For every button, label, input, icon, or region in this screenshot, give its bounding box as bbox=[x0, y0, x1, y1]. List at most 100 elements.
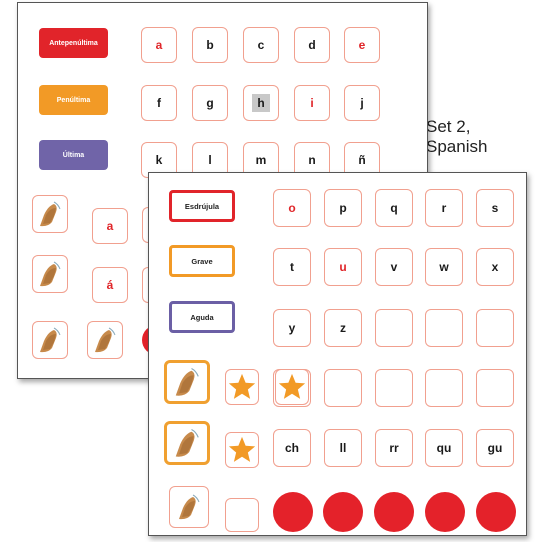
clap-card[interactable] bbox=[32, 195, 68, 233]
clapping-hands-icon bbox=[40, 261, 61, 287]
grave-card[interactable]: Grave bbox=[169, 245, 235, 277]
letter-tile[interactable]: ll bbox=[324, 429, 362, 467]
letter-tile[interactable]: h bbox=[243, 85, 279, 121]
clapping-hands-icon bbox=[95, 327, 116, 353]
letter-tile[interactable]: i bbox=[294, 85, 330, 121]
empty-tile[interactable] bbox=[375, 369, 413, 407]
letter-text: qu bbox=[436, 441, 452, 455]
letter-tile[interactable]: o bbox=[273, 189, 311, 227]
letter-tile[interactable]: a bbox=[92, 208, 128, 244]
star-card[interactable] bbox=[275, 369, 309, 405]
letter-tile[interactable]: w bbox=[425, 248, 463, 286]
letter-text: o bbox=[288, 201, 296, 215]
empty-tile[interactable] bbox=[425, 309, 463, 347]
empty-tile[interactable] bbox=[324, 369, 362, 407]
clapping-hands-icon bbox=[40, 327, 61, 353]
letter-tile[interactable]: q bbox=[375, 189, 413, 227]
letter-text: t bbox=[290, 260, 294, 274]
letter-text: n bbox=[308, 153, 316, 167]
letter-text: w bbox=[439, 260, 449, 274]
red-dot[interactable] bbox=[374, 492, 414, 532]
letter-text: rr bbox=[389, 441, 399, 455]
empty-tile[interactable] bbox=[476, 309, 514, 347]
star-icon bbox=[278, 373, 306, 399]
letter-tile[interactable]: f bbox=[141, 85, 177, 121]
clap-card-highlighted[interactable] bbox=[164, 421, 210, 465]
letter-text: x bbox=[491, 260, 499, 274]
sheet-set2-front: Esdrújula Grave Aguda o p q r s t u v w x y z ch ll rr… bbox=[148, 172, 527, 536]
caption-line-1: Set 2, bbox=[426, 117, 471, 136]
red-dot[interactable] bbox=[273, 492, 313, 532]
letter-tile[interactable]: r bbox=[425, 189, 463, 227]
letter-tile[interactable]: a bbox=[141, 27, 177, 63]
letter-tile[interactable]: c bbox=[243, 27, 279, 63]
letter-tile[interactable]: gu bbox=[476, 429, 514, 467]
letter-text: r bbox=[441, 201, 447, 215]
antepenultima-card[interactable]: Antepenúltima bbox=[39, 28, 108, 58]
star-icon bbox=[228, 373, 256, 399]
grave-label: Grave bbox=[191, 256, 213, 266]
letter-text: c bbox=[257, 38, 265, 52]
caption-line-2: Spanish bbox=[426, 137, 488, 156]
red-dot[interactable] bbox=[323, 492, 363, 532]
empty-tile[interactable] bbox=[476, 369, 514, 407]
esdrujula-label: Esdrújula bbox=[184, 201, 220, 211]
letter-text: z bbox=[340, 321, 346, 335]
empty-card[interactable] bbox=[225, 498, 259, 532]
letter-text: g bbox=[206, 96, 214, 110]
red-dot[interactable] bbox=[425, 492, 465, 532]
letter-text: q bbox=[390, 201, 398, 215]
letter-tile[interactable]: t bbox=[273, 248, 311, 286]
penultima-label: Penúltima bbox=[56, 96, 91, 104]
empty-tile[interactable] bbox=[375, 309, 413, 347]
clap-card[interactable] bbox=[87, 321, 123, 359]
empty-tile[interactable] bbox=[425, 369, 463, 407]
letter-text: f bbox=[157, 96, 161, 110]
letter-text: e bbox=[358, 38, 366, 52]
ultima-label: Última bbox=[62, 151, 85, 159]
letter-tile[interactable]: s bbox=[476, 189, 514, 227]
letter-tile[interactable]: ch bbox=[273, 429, 311, 467]
aguda-label: Aguda bbox=[190, 312, 214, 322]
star-card[interactable] bbox=[225, 432, 259, 468]
letter-text: s bbox=[491, 201, 499, 215]
letter-tile[interactable]: u bbox=[324, 248, 362, 286]
letter-tile[interactable]: v bbox=[375, 248, 413, 286]
letter-text: gu bbox=[487, 441, 503, 455]
highlight-box: h bbox=[252, 94, 270, 112]
letter-text: m bbox=[255, 153, 267, 167]
letter-tile[interactable]: d bbox=[294, 27, 330, 63]
letter-text: b bbox=[206, 38, 214, 52]
letter-text: i bbox=[310, 96, 314, 110]
letter-text: p bbox=[339, 201, 347, 215]
antepenultima-label: Antepenúltima bbox=[49, 39, 98, 47]
letter-text: j bbox=[360, 96, 364, 110]
letter-text: d bbox=[308, 38, 316, 52]
letter-tile[interactable]: rr bbox=[375, 429, 413, 467]
clap-card[interactable] bbox=[169, 486, 209, 528]
ultima-card[interactable]: Última bbox=[39, 140, 108, 170]
esdrujula-card[interactable]: Esdrújula bbox=[169, 190, 235, 222]
star-card[interactable] bbox=[225, 369, 259, 405]
clap-card[interactable] bbox=[32, 255, 68, 293]
letter-text: a bbox=[106, 219, 114, 233]
red-dot[interactable] bbox=[476, 492, 516, 532]
letter-tile[interactable]: g bbox=[192, 85, 228, 121]
letter-tile[interactable]: á bbox=[92, 267, 128, 303]
letter-tile[interactable]: e bbox=[344, 27, 380, 63]
letter-text: k bbox=[155, 153, 163, 167]
letter-tile[interactable]: z bbox=[324, 309, 362, 347]
letter-tile[interactable]: j bbox=[344, 85, 380, 121]
letter-tile[interactable]: y bbox=[273, 309, 311, 347]
letter-tile[interactable]: x bbox=[476, 248, 514, 286]
letter-text: ch bbox=[284, 441, 299, 455]
letter-text: v bbox=[390, 260, 398, 274]
aguda-card[interactable]: Aguda bbox=[169, 301, 235, 333]
clap-card[interactable] bbox=[32, 321, 68, 359]
clap-card-highlighted[interactable] bbox=[164, 360, 210, 404]
letter-tile[interactable]: qu bbox=[425, 429, 463, 467]
letter-tile[interactable]: b bbox=[192, 27, 228, 63]
clapping-hands-icon bbox=[175, 428, 199, 457]
penultima-card[interactable]: Penúltima bbox=[39, 85, 108, 115]
letter-tile[interactable]: p bbox=[324, 189, 362, 227]
